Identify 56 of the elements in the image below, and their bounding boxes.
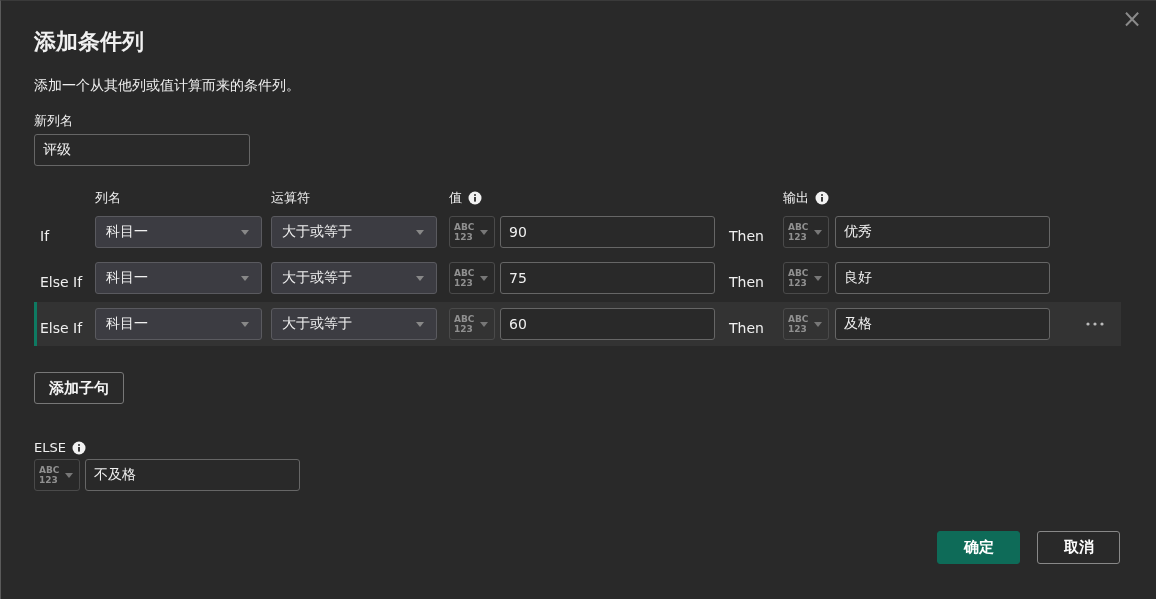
caret-icon [241,229,249,235]
info-icon[interactable] [468,191,482,205]
type-dropdown[interactable]: ABC 123 [783,216,829,248]
caret-icon [480,275,488,281]
then-label: Then [729,273,765,290]
more-icon[interactable] [1086,322,1104,326]
column-header: 值 [449,189,462,207]
column-header: 运算符 [271,189,311,207]
operator-dropdown[interactable]: 大于或等于 [271,308,437,340]
ok-button[interactable]: 确定 [937,531,1020,564]
then-label: Then [729,319,765,336]
info-icon[interactable] [71,440,86,455]
column-name-field[interactable]: 评级 [34,134,250,166]
caret-icon [814,275,822,281]
then-label: Then [729,227,765,244]
value-field[interactable]: 60 [500,308,715,340]
dialog-title: 添加条件列 [34,28,145,56]
cancel-button[interactable]: 取消 [1037,531,1120,564]
operator-dropdown[interactable]: 大于或等于 [271,262,437,294]
caret-icon [241,321,249,327]
type-dropdown[interactable]: ABC 123 [783,308,829,340]
caret-icon [416,229,424,235]
value-field[interactable]: 90 [500,216,715,248]
description: 添加一个从其他列或值计算而来的条件列。 [34,77,301,95]
output-field[interactable]: 良好 [835,262,1050,294]
field-label: 新列名 [34,112,74,130]
caret-icon [241,275,249,281]
type-dropdown[interactable]: ABC 123 [34,459,80,491]
operator-dropdown[interactable]: 大于或等于 [271,216,437,248]
info-icon[interactable] [815,191,829,205]
clause-keyword: Else If [40,319,84,336]
type-dropdown[interactable]: ABC 123 [449,216,495,248]
clause-keyword: If [40,227,51,244]
caret-icon [480,229,488,235]
type-dropdown[interactable]: ABC 123 [449,262,495,294]
else-label: ELSE [34,440,66,455]
column-header: 列名 [95,189,122,207]
output-field[interactable]: 及格 [835,308,1050,340]
type-dropdown[interactable]: ABC 123 [783,262,829,294]
column-dropdown[interactable]: 科目一 [95,308,262,340]
clause-keyword: Else If [40,273,84,290]
caret-icon [814,321,822,327]
add-clause-button[interactable]: 添加子句 [34,372,124,404]
column-dropdown[interactable]: 科目一 [95,216,262,248]
type-dropdown[interactable]: ABC 123 [449,308,495,340]
caret-icon [416,321,424,327]
caret-icon [65,472,73,478]
close-button[interactable]: × [1117,5,1146,33]
output-field[interactable]: 优秀 [835,216,1050,248]
else-output-field[interactable]: 不及格 [85,459,300,491]
column-header: 输出 [783,189,809,207]
value-field[interactable]: 75 [500,262,715,294]
caret-icon [416,275,424,281]
caret-icon [480,321,488,327]
caret-icon [814,229,822,235]
column-dropdown[interactable]: 科目一 [95,262,262,294]
